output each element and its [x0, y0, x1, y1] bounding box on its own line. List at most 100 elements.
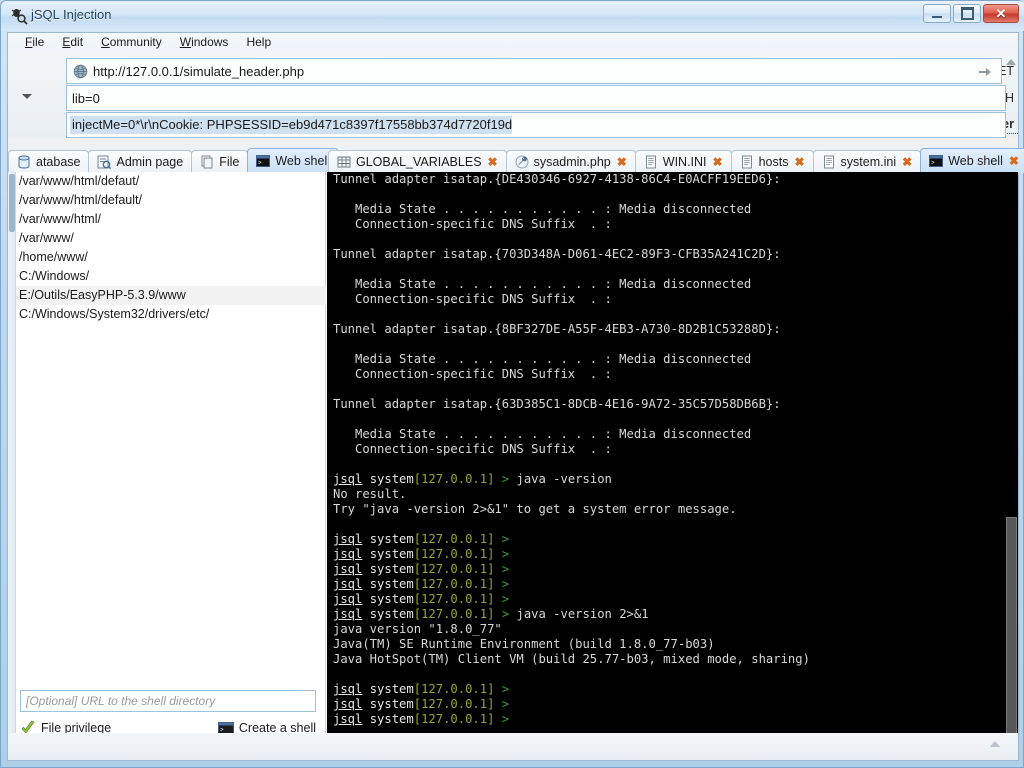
database-icon	[17, 155, 31, 169]
request-fields-area: GET http://127.0.0.1/simulate_header.php	[8, 51, 1018, 137]
url-input[interactable]: http://127.0.0.1/simulate_header.php	[66, 58, 1002, 84]
menu-item-community[interactable]: Community	[92, 34, 171, 50]
path-list-item[interactable]: /var/www/html/	[16, 210, 326, 229]
terminal-prompt-arrow: >	[494, 697, 509, 711]
scroll-up-indicator-icon[interactable]	[990, 741, 1000, 747]
terminal-prompt-arrow: >	[494, 712, 509, 726]
terminal-prompt-line: jsql system[127.0.0.1] >	[333, 592, 1003, 607]
tab-close-icon[interactable]: ✖	[1009, 155, 1019, 167]
arrow-right-icon[interactable]	[977, 64, 993, 80]
terminal-prompt-system: system	[362, 697, 413, 711]
console-icon: >	[256, 154, 270, 168]
terminal-prompt-jsql: jsql	[333, 712, 362, 726]
terminal-prompt-jsql: jsql	[333, 562, 362, 576]
terminal-prompt-host: [127.0.0.1]	[414, 577, 495, 591]
terminal-prompt-system: system	[362, 577, 413, 591]
title-bar[interactable]: jSQL Injection ✕	[1, 1, 1024, 31]
terminal-prompt-system: system	[362, 562, 413, 576]
tab-close-icon[interactable]: ✖	[794, 156, 804, 168]
tab-label: Web shell	[275, 154, 330, 168]
maximize-button[interactable]	[953, 4, 981, 23]
menu-file-rest: ile	[32, 35, 44, 49]
tab-admin-page[interactable]: Admin page	[88, 150, 192, 173]
terminal-prompt-jsql: jsql	[333, 697, 362, 711]
path-list-item[interactable]: E:/Outils/EasyPHP-5.3.9/www	[16, 286, 326, 305]
tab-file[interactable]: File	[191, 150, 248, 173]
tab-atabase[interactable]: atabase	[8, 150, 89, 173]
tab-label: system.ini	[841, 155, 897, 169]
tab-win-ini[interactable]: WIN.INI✖	[635, 150, 732, 173]
terminal-prompt-arrow: >	[494, 547, 509, 561]
svg-text:>: >	[931, 160, 935, 167]
bottom-bar	[7, 733, 1019, 761]
terminal-prompt-system: system	[362, 547, 413, 561]
terminal-output-line: Media State . . . . . . . . . . . : Medi…	[333, 277, 1003, 292]
menu-edit-rest: dit	[70, 35, 83, 49]
terminal-output-line: No result.	[333, 487, 1003, 502]
terminal-prompt-host: [127.0.0.1]	[414, 592, 495, 606]
terminal-output-line: Connection-specific DNS Suffix . :	[333, 292, 1003, 307]
menu-item-edit[interactable]: Edit	[53, 34, 92, 50]
menu-item-windows[interactable]: Windows	[171, 34, 238, 50]
path-list-item[interactable]: C:/Windows/System32/drivers/etc/	[16, 305, 326, 324]
header-input[interactable]: injectMe=0*\r\nCookie: PHPSESSID=eb9d471…	[66, 112, 1006, 138]
blah-input-value: lib=0	[72, 91, 100, 106]
terminal-prompt-host: [127.0.0.1]	[414, 562, 495, 576]
terminal-prompt-jsql: jsql	[333, 577, 362, 591]
terminal-prompt-line: jsql system[127.0.0.1] > java -version 2…	[333, 607, 1003, 622]
maximize-icon	[954, 5, 980, 22]
tab-close-icon[interactable]: ✖	[488, 156, 498, 168]
tab-system-ini[interactable]: system.ini ✖	[813, 150, 922, 173]
menu-item-file[interactable]: File	[16, 34, 53, 50]
path-list-item[interactable]: /var/www/html/default/	[16, 191, 326, 210]
tab-strip: atabase Admin page File > Web shell GLOBAL_V…	[8, 146, 1018, 173]
tab-close-icon[interactable]: ✖	[902, 156, 912, 168]
tab-label: Admin page	[116, 155, 183, 169]
tab-close-icon[interactable]: ✖	[617, 156, 627, 168]
terminal-scrollbar-thumb[interactable]	[1006, 517, 1017, 752]
terminal-prompt-jsql: jsql	[333, 532, 362, 546]
terminal-output-line: Media State . . . . . . . . . . . : Medi…	[333, 427, 1003, 442]
header-row: Header injectMe=0*\r\nCookie: PHPSESSID=…	[8, 112, 1018, 138]
path-list[interactable]: /var/www/html/defaut//var/www/html/defau…	[16, 172, 326, 672]
terminal-output-line: Connection-specific DNS Suffix . :	[333, 442, 1003, 457]
terminal-output-line: Connection-specific DNS Suffix . :	[333, 367, 1003, 382]
tab-web-shell[interactable]: > Web shell	[247, 148, 339, 173]
terminal-output-line	[333, 262, 1003, 277]
terminal-scrollbar[interactable]	[1004, 172, 1018, 759]
globe-icon	[73, 64, 88, 79]
path-list-item[interactable]: /home/www/	[16, 248, 326, 267]
left-pane-scrollbar[interactable]	[8, 172, 16, 759]
terminal-output-line	[333, 307, 1003, 322]
collapse-fields-icon[interactable]	[1006, 59, 1016, 65]
terminal-prompt-command: java -version 2>&1	[509, 607, 648, 621]
menu-item-help[interactable]: Help	[237, 34, 280, 50]
terminal-prompt-arrow: >	[494, 577, 509, 591]
chevron-down-icon[interactable]	[22, 94, 32, 99]
terminal-output-line	[333, 187, 1003, 202]
tab-hosts[interactable]: hosts✖	[731, 150, 814, 173]
terminal-output-line	[333, 337, 1003, 352]
terminal-prompt-jsql: jsql	[333, 592, 362, 606]
path-list-item[interactable]: C:/Windows/	[16, 267, 326, 286]
terminal-prompt-system: system	[362, 532, 413, 546]
path-list-item[interactable]: /var/www/	[16, 229, 326, 248]
blah-input[interactable]: lib=0	[66, 85, 1006, 111]
path-list-item[interactable]: /var/www/html/defaut/	[16, 172, 326, 191]
terminal-output-line: Media State . . . . . . . . . . . : Medi…	[333, 202, 1003, 217]
tab-close-icon[interactable]: ✖	[713, 156, 723, 168]
terminal-output-line: Tunnel adapter isatap.{63D385C1-8DCB-4E1…	[333, 397, 1003, 412]
wrench-icon	[515, 155, 529, 169]
tab-global-variables[interactable]: GLOBAL_VARIABLES✖	[328, 150, 507, 173]
terminal-output-line	[333, 232, 1003, 247]
get-row: GET http://127.0.0.1/simulate_header.php	[8, 58, 1018, 84]
close-button[interactable]: ✕	[983, 4, 1019, 23]
minimize-button[interactable]	[923, 4, 951, 23]
web-shell-terminal[interactable]: Tunnel adapter isatap.{DE430346-6927-413…	[327, 172, 1018, 759]
close-icon: ✕	[984, 5, 1018, 22]
bug-search-icon	[10, 7, 28, 25]
left-pane-scrollbar-thumb[interactable]	[9, 174, 15, 232]
shell-url-input[interactable]: [Optional] URL to the shell directory	[20, 690, 316, 712]
tab-sysadmin-php[interactable]: sysadmin.php✖	[506, 150, 636, 173]
tab-web-shell[interactable]: >Web shell✖	[920, 148, 1024, 173]
